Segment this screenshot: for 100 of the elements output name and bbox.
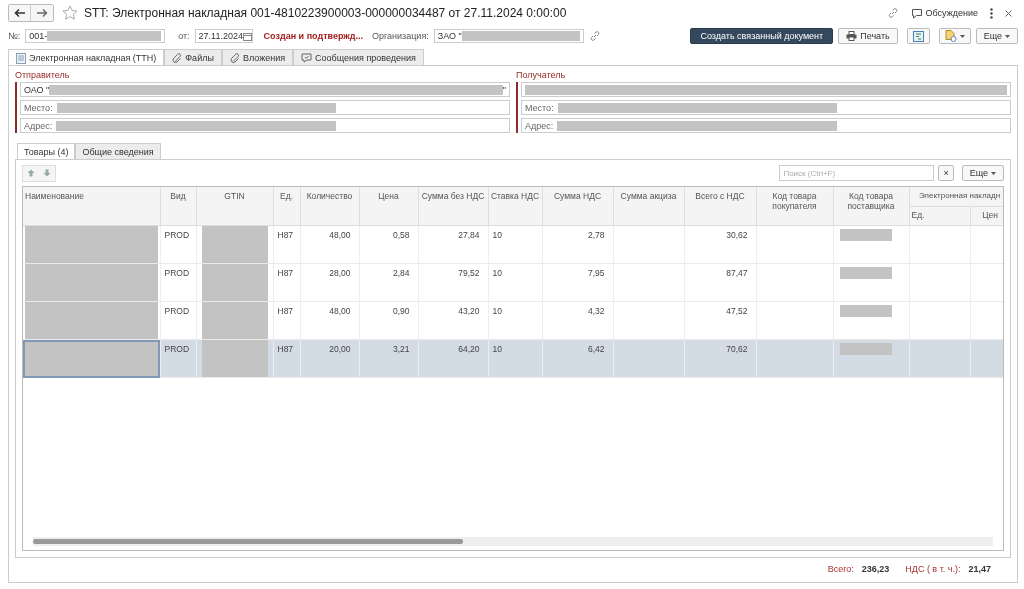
table-cell: 3,21 [359,339,418,378]
attachment-menu-button[interactable] [938,28,971,44]
section-title: Получатель [516,70,567,80]
column-header[interactable]: Вид [160,187,196,226]
table-cell: 70,62 [684,339,756,378]
structure-icon [912,30,924,42]
column-header[interactable]: Сумма без НДС [418,187,488,226]
discussion-button[interactable]: Обсуждение [910,7,978,19]
table-cell: 28,00 [300,263,359,302]
forward-button[interactable] [31,5,53,21]
horizontal-scrollbar[interactable] [33,537,993,546]
arrow-up-icon [27,169,35,177]
redaction-block [839,229,892,241]
table-row[interactable]: PROD H87 48,00 0,90 43,20 10 4,32 47,52 [23,301,1003,340]
more-button[interactable]: Еще [961,165,1004,181]
tab[interactable]: Вложения [221,49,294,65]
window-title: STT: Электронная накладная 001-4810223900003-000000034487 от 27.11.2024 0:00:00 [84,6,567,20]
column-header[interactable]: Сумма акциза [613,187,684,226]
vat-value: 21,47 [968,564,991,574]
back-icon [13,8,26,18]
tab[interactable]: Файлы [164,49,222,65]
field-label: от: [178,31,190,41]
close-icon[interactable] [1005,9,1012,17]
redaction-block [839,305,892,317]
document-gear-icon [944,30,957,42]
caret-icon [1005,34,1010,38]
status-text: Создан и подтвержд... [263,31,363,41]
column-header[interactable]: Код товара поставщика [833,187,909,226]
structure-button[interactable] [906,28,930,44]
column-header[interactable]: Цена [359,187,418,226]
table-cell: 2,84 [359,263,418,302]
table-cell: 79,52 [418,263,488,302]
column-header[interactable]: Электронная накладн [909,187,1003,207]
input-field[interactable]: 001- [25,29,166,43]
search-field[interactable]: Поиск (Ctrl+F) [779,165,935,181]
move-up-button[interactable] [23,165,39,181]
tab[interactable]: Сообщения проведения [293,49,424,65]
table-cell: 64,20 [418,339,488,378]
back-button[interactable] [9,5,31,21]
column-header[interactable]: GTIN [196,187,273,226]
date-field[interactable]: 27.11.2024 [194,29,253,43]
table-cell: 48,00 [300,301,359,340]
input-field[interactable]: Место: [521,100,1011,115]
document-icon [16,52,26,64]
tab[interactable]: Общие сведения [75,143,161,159]
printer-icon [846,31,858,41]
redaction-block [839,343,892,355]
link-icon[interactable] [886,7,899,19]
input-field[interactable]: ОАО " " [20,82,510,97]
column-header[interactable]: Количество [300,187,359,226]
column-header[interactable]: Всего с НДС [684,187,756,226]
table-cell: 47,52 [684,301,756,340]
column-header[interactable]: Код товара покупателя [756,187,833,226]
field-label: №: [8,31,21,41]
table-cell: PROD [160,301,196,340]
more-icon[interactable] [990,7,993,19]
redaction-block [201,302,268,339]
input-field[interactable]: Адрес: [20,118,510,133]
star-icon[interactable] [62,5,78,21]
table-cell: H87 [273,301,300,340]
column-header[interactable]: Ед. [273,187,300,226]
clear-button[interactable]: × [938,165,954,181]
table-cell: 87,47 [684,263,756,302]
table-cell: 20,00 [300,339,359,378]
table-cell: H87 [273,225,300,264]
table-cell: PROD [160,225,196,264]
redaction-block [839,267,892,279]
input-field[interactable]: ЗАО " [433,29,584,43]
table-row[interactable]: PROD H87 48,00 0,58 27,84 10 2,78 30,62 [23,225,1003,264]
column-header[interactable]: Ставка НДС [488,187,542,226]
redaction-block [201,226,268,263]
paperclip-icon [229,52,240,63]
total-label: Всего: [827,564,854,574]
table-cell: 7,95 [542,263,613,302]
table-cell: 2,78 [542,225,613,264]
paperclip-icon [172,52,183,63]
redaction-block [201,264,268,301]
move-down-button[interactable] [39,165,55,181]
forward-icon [36,8,48,18]
field-label: Организация: [371,31,429,41]
input-field[interactable]: Место: [20,100,510,115]
table-cell: 0,58 [359,225,418,264]
caret-icon [959,34,965,38]
input-field[interactable]: Адрес: [521,118,1011,133]
table-row[interactable]: PROD H87 28,00 2,84 79,52 10 7,95 87,47 [23,263,1003,302]
more-button[interactable]: Еще [975,28,1018,44]
link-icon[interactable] [588,30,601,42]
table-cell: H87 [273,263,300,302]
section-title: Отправитель [15,70,71,80]
create-document-button[interactable]: Создать связанный документ [690,28,834,44]
table-cell: 27,84 [418,225,488,264]
table-row[interactable]: PROD H87 20,00 3,21 64,20 10 6,42 70,62 [23,339,1003,378]
calendar-icon[interactable] [243,31,252,41]
print-button[interactable]: Печать [838,28,898,44]
table-cell: 6,42 [542,339,613,378]
input-field[interactable] [521,82,1011,97]
arrow-down-icon [43,169,51,177]
column-header[interactable]: Сумма НДС [542,187,613,226]
column-header[interactable]: Наименование [23,187,160,226]
redaction-block [201,340,268,377]
